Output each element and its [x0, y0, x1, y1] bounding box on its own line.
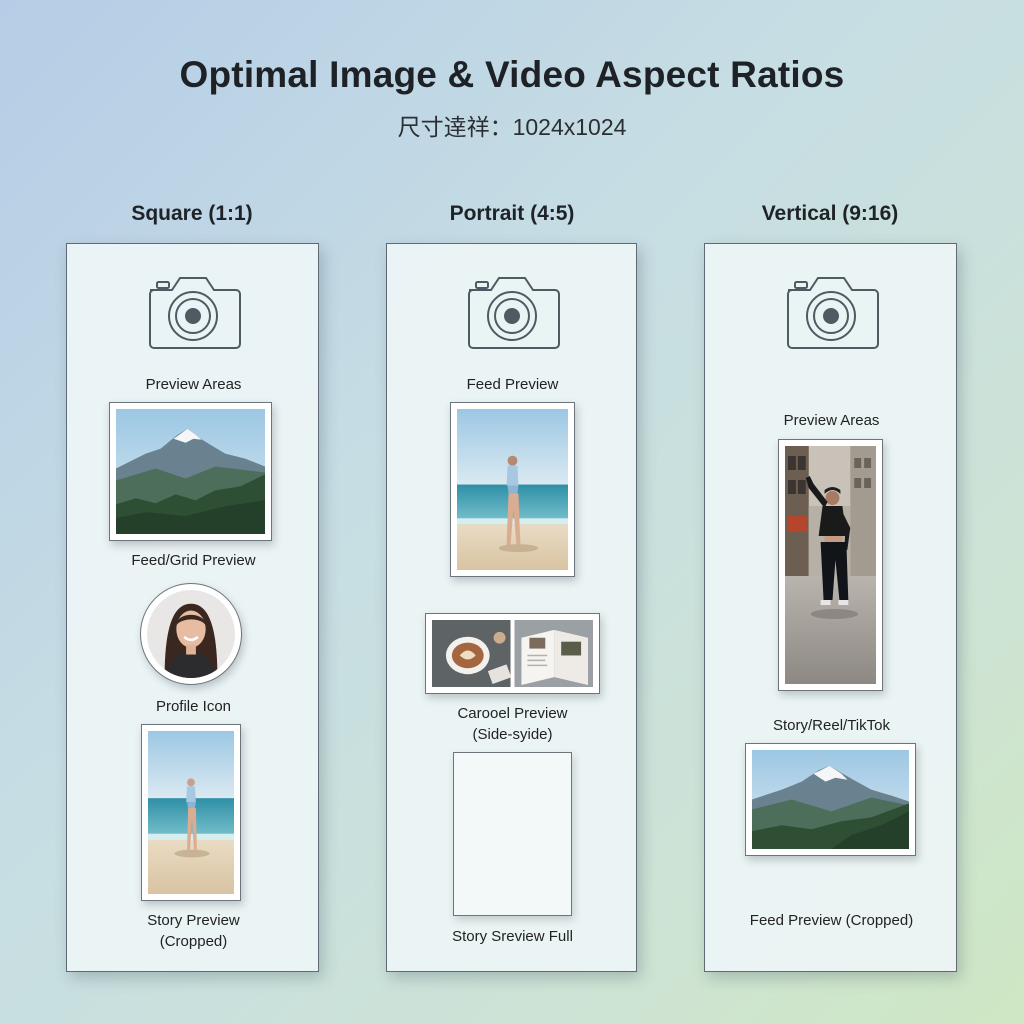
- beach-photo: [148, 731, 234, 894]
- panel-vertical: Preview Areas Story/Reel/TikTok Feed Pre…: [704, 243, 957, 972]
- panel-portrait: Feed Preview Carooel Preview (Side-syide…: [386, 243, 637, 972]
- label-side-by-side: (Side-syide): [472, 726, 553, 743]
- camera-icon: [149, 277, 241, 349]
- label-feed-grid-preview: Feed/Grid Preview: [131, 552, 256, 569]
- label-feed-preview-cropped: Feed Preview (Cropped): [749, 912, 914, 929]
- column-title-square: Square (1:1): [131, 202, 253, 225]
- panel-square: Preview Areas Feed/Grid Preview Profile …: [66, 243, 319, 972]
- story-reel-tiktok-image: [778, 439, 883, 691]
- street-photo: [785, 446, 876, 684]
- label-story-reel-tiktok: Story/Reel/TikTok: [773, 717, 890, 734]
- profile-icon-avatar: [140, 583, 242, 685]
- story-preview-cropped-image: [141, 724, 241, 901]
- feed-grid-preview-image: [109, 402, 272, 541]
- column-title-portrait: Portrait (4:5): [449, 202, 575, 225]
- label-cropped: (Cropped): [159, 933, 228, 950]
- label-preview-areas-vertical: Preview Areas: [783, 412, 880, 429]
- mountain-photo: [752, 750, 909, 849]
- column-title-vertical: Vertical (9:16): [761, 202, 899, 225]
- label-preview-areas: Preview Areas: [145, 376, 242, 393]
- label-story-preview-full: Story Sreview Full: [452, 928, 573, 945]
- story-preview-full-placeholder: [453, 752, 572, 916]
- feed-preview-image: [450, 402, 575, 577]
- avatar: [147, 590, 235, 678]
- camera-icon: [787, 277, 879, 349]
- carousel-photos: [432, 620, 593, 687]
- label-feed-preview: Feed Preview: [466, 376, 559, 393]
- page-subtitle: 尺寸逹祥：1024x1024: [397, 114, 627, 140]
- label-carousel-preview: Carooel Preview: [457, 705, 568, 722]
- camera-icon: [468, 277, 560, 349]
- label-story-preview: Story Preview: [147, 912, 240, 929]
- mountain-photo: [116, 409, 265, 534]
- page-title: Optimal Image & Video Aspect Ratios: [179, 54, 845, 95]
- feed-preview-cropped-image: [745, 743, 916, 856]
- label-profile-icon: Profile Icon: [155, 698, 232, 715]
- carousel-preview-image: [425, 613, 600, 694]
- beach-photo: [457, 409, 568, 570]
